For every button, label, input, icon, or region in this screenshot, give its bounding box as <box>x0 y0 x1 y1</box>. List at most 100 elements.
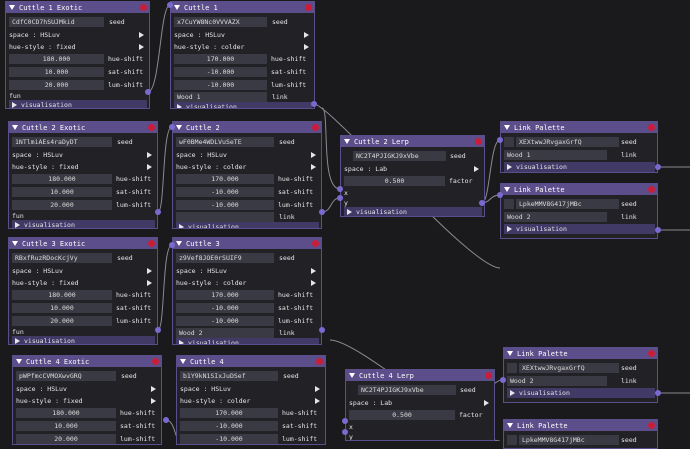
cuttle-fun-input-pin[interactable] <box>169 242 175 248</box>
node-title-bar[interactable]: Cuttle 1 Exotic <box>6 2 149 13</box>
sat-shift-slider[interactable]: -10.000 <box>176 187 274 197</box>
collapse-triangle-icon[interactable] <box>504 125 510 130</box>
palette-output-pin[interactable] <box>655 164 661 170</box>
seed-input[interactable]: NC2T4PJIGKJ9xVbe <box>358 385 456 395</box>
seed-input[interactable]: b1Y9kN1SIxJuDSef <box>180 371 278 381</box>
collapse-triangle-icon[interactable] <box>16 359 22 364</box>
dropdown-arrow-icon[interactable] <box>474 166 479 172</box>
cuttle-node[interactable]: Cuttle 3 z9Vef8JOE0rSUIF9 seed space : HSLu… <box>172 237 322 345</box>
close-node-icon[interactable] <box>485 372 492 379</box>
exotic-fun-output-pin[interactable] <box>155 327 161 333</box>
cuttle-output-pin[interactable] <box>319 327 325 333</box>
visualisation-toggle[interactable]: visualisation <box>504 224 655 234</box>
collapse-triangle-icon[interactable] <box>9 5 15 10</box>
seed-input[interactable]: RBxfRuzRDocKcjVy <box>12 253 112 263</box>
cuttle-output-pin[interactable] <box>319 209 325 215</box>
visualisation-toggle[interactable]: visualisation <box>9 100 147 108</box>
seed-input[interactable]: LpkeMMV8G417jMBc <box>516 199 619 209</box>
node-title-bar[interactable]: Cuttle 3 Exotic <box>9 238 157 249</box>
node-title-bar[interactable]: Link Palette <box>504 348 657 359</box>
lerp-y-input-pin[interactable] <box>337 195 343 201</box>
dropdown-arrow-icon[interactable] <box>147 152 152 158</box>
sat-shift-slider[interactable]: -10.000 <box>180 421 278 431</box>
close-node-icon[interactable] <box>140 4 147 11</box>
palette-output-pin[interactable] <box>655 227 661 233</box>
hue-shift-slider[interactable]: 170.000 <box>176 290 274 300</box>
visualisation-toggle[interactable]: visualisation <box>174 102 312 108</box>
visualisation-toggle[interactable]: visualisation <box>504 162 655 172</box>
lum-shift-slider[interactable]: 20.000 <box>16 434 116 444</box>
dropdown-arrow-icon[interactable] <box>147 164 152 170</box>
close-node-icon[interactable] <box>475 138 482 145</box>
seed-input[interactable]: pWPfmcCVMOXwvGRQ <box>16 371 116 381</box>
lum-shift-slider[interactable]: -10.000 <box>174 80 267 90</box>
hue-shift-slider[interactable]: 180.000 <box>12 174 112 184</box>
node-title-bar[interactable]: Cuttle 1 <box>171 2 314 13</box>
link-input[interactable] <box>176 212 274 222</box>
close-node-icon[interactable] <box>316 358 323 365</box>
sat-shift-slider[interactable]: 10.000 <box>12 303 112 313</box>
lerp-y-input-pin[interactable] <box>342 429 348 435</box>
sat-shift-slider[interactable]: -10.000 <box>174 67 267 77</box>
dropdown-arrow-icon[interactable] <box>147 268 152 274</box>
palette-input-pin[interactable] <box>500 377 506 383</box>
node-title-bar[interactable]: Cuttle 2 Lerp <box>341 136 484 147</box>
collapse-triangle-icon[interactable] <box>507 423 513 428</box>
exotic-fun-output-pin[interactable] <box>163 417 169 423</box>
close-node-icon[interactable] <box>148 124 155 131</box>
link-input[interactable]: Wood 1 <box>174 92 267 102</box>
link-palette-node[interactable]: Link Palette XEXtwwJRvgaxGrfQ seed Wood 2 li… <box>503 347 658 403</box>
cuttle-fun-input-pin[interactable] <box>167 2 173 8</box>
hue-shift-slider[interactable]: 170.000 <box>180 408 278 418</box>
lum-shift-slider[interactable]: -10.000 <box>176 200 274 210</box>
visualisation-toggle[interactable]: visualisation <box>12 220 155 228</box>
link-input[interactable]: Wood 1 <box>504 150 607 160</box>
node-title-bar[interactable]: Cuttle 4 <box>177 356 325 367</box>
lerp-x-input-pin[interactable] <box>342 418 348 424</box>
link-palette-node[interactable]: Link Palette LpkeMMV8G417jMBc seed Wood 2 li… <box>500 183 658 239</box>
dropdown-arrow-icon[interactable] <box>139 44 144 50</box>
collapse-triangle-icon[interactable] <box>176 241 182 246</box>
cuttle-node[interactable]: Cuttle 1 x7CuYW8Nc0VVVAZX seed space : HSLu… <box>170 1 315 109</box>
node-title-bar[interactable]: Link Palette <box>501 122 657 133</box>
dropdown-arrow-icon[interactable] <box>484 400 489 406</box>
collapse-triangle-icon[interactable] <box>180 359 186 364</box>
collapse-triangle-icon[interactable] <box>344 139 350 144</box>
dropdown-arrow-icon[interactable] <box>315 386 320 392</box>
node-title-bar[interactable]: Link Palette <box>504 420 657 431</box>
seed-input[interactable]: wF0BMe4WDLVuSeTE <box>176 137 274 147</box>
collapse-triangle-icon[interactable] <box>349 373 355 378</box>
seed-input[interactable]: x7CuYW8Nc0VVVAZX <box>174 17 267 27</box>
factor-slider[interactable]: 0.500 <box>349 410 455 420</box>
dropdown-arrow-icon[interactable] <box>151 398 156 404</box>
lerp-node[interactable]: Cuttle 2 Lerp NC2T4PJIGKJ9xVbe seed space :… <box>340 135 485 217</box>
cuttle-exotic-node[interactable]: Cuttle 3 Exotic RBxfRuzRDocKcjVy seed space… <box>8 237 158 345</box>
close-node-icon[interactable] <box>152 358 159 365</box>
visualisation-toggle[interactable]: visualisation <box>176 338 319 344</box>
cuttle-exotic-node[interactable]: Cuttle 2 Exotic 1NTlmiAEs4raDyDT seed space… <box>8 121 158 229</box>
exotic-fun-output-pin[interactable] <box>145 89 151 95</box>
link-palette-node[interactable]: Link Palette XEXtwwJRvgaxGrfQ seed Wood 1 li… <box>500 121 658 173</box>
seed-input[interactable]: XEXtwwJRvgaxGrfQ <box>516 137 619 147</box>
node-title-bar[interactable]: Cuttle 4 Lerp <box>346 370 494 381</box>
dropdown-arrow-icon[interactable] <box>315 398 320 404</box>
link-input[interactable]: Wood 2 <box>507 376 607 386</box>
collapse-triangle-icon[interactable] <box>504 187 510 192</box>
cuttle-exotic-node[interactable]: Cuttle 1 Exotic CdfC0CD7hSUJMkid seed space… <box>5 1 150 109</box>
cuttle-node[interactable]: Cuttle 4 b1Y9kN1SIxJuDSef seed space : HSLu… <box>176 355 326 445</box>
seed-input[interactable]: LpkeMMV8G417jMBc <box>519 435 619 445</box>
close-node-icon[interactable] <box>648 124 655 131</box>
node-title-bar[interactable]: Cuttle 2 Exotic <box>9 122 157 133</box>
collapse-triangle-icon[interactable] <box>12 241 18 246</box>
hue-shift-slider[interactable]: 180.000 <box>9 54 104 64</box>
close-node-icon[interactable] <box>312 124 319 131</box>
cuttle-fun-input-pin[interactable] <box>169 124 175 130</box>
lerp-node[interactable]: Cuttle 4 Lerp NC2T4PJIGKJ9xVbe seed space :… <box>345 369 495 441</box>
lum-shift-slider[interactable]: 20.000 <box>9 80 104 90</box>
visualisation-toggle[interactable]: visualisation <box>507 388 655 398</box>
lum-shift-slider[interactable]: 20.000 <box>12 200 112 210</box>
dropdown-arrow-icon[interactable] <box>311 280 316 286</box>
sat-shift-slider[interactable]: -10.000 <box>176 303 274 313</box>
cuttle-exotic-node[interactable]: Cuttle 4 Exotic pWPfmcCVMOXwvGRQ seed space… <box>12 355 162 445</box>
close-node-icon[interactable] <box>648 422 655 429</box>
